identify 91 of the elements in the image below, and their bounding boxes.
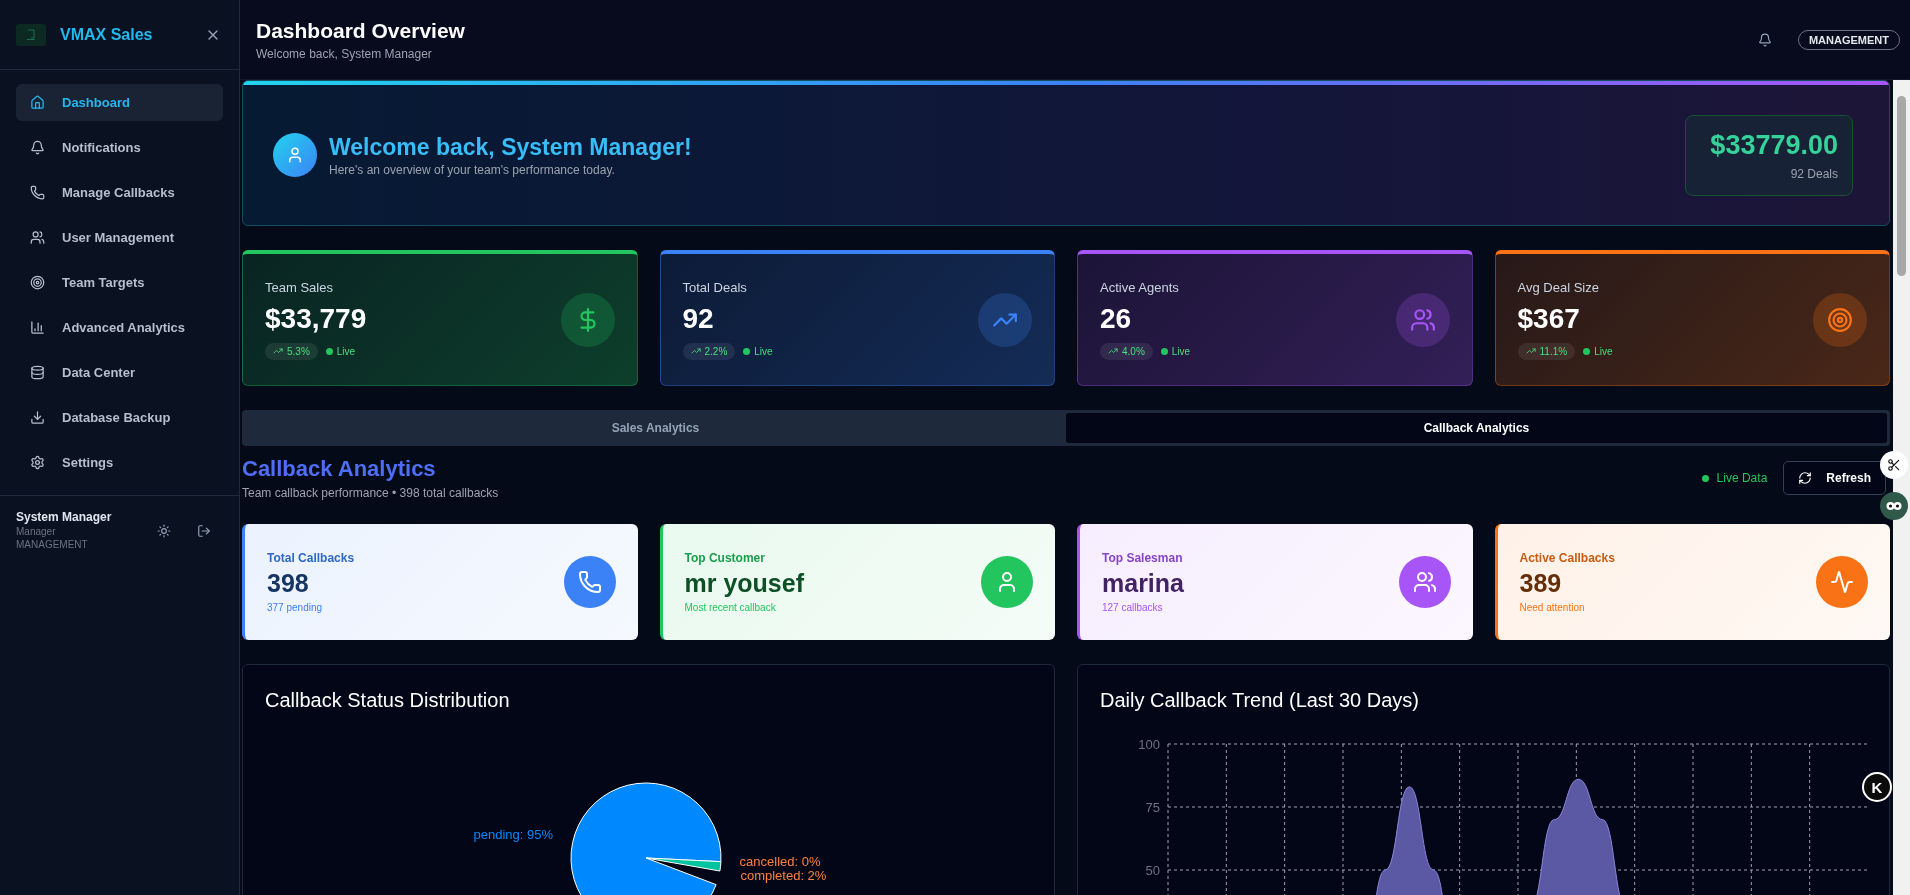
scissors-icon[interactable]	[1880, 451, 1908, 479]
nav-item[interactable]: Manage Callbacks	[16, 174, 223, 211]
stat-icon	[563, 556, 616, 608]
stat-value: 389	[1519, 569, 1563, 598]
axis-tick-label: 50	[1145, 863, 1160, 878]
welcome-title: Welcome back, System Manager!	[329, 133, 693, 161]
slice-label: completed: 2%	[740, 868, 827, 883]
live-status: Live	[1583, 345, 1613, 357]
trend-up-icon	[1108, 346, 1118, 356]
stat-icon	[1813, 292, 1867, 347]
live-status: Live	[743, 345, 773, 357]
logout-icon	[197, 524, 211, 538]
tab[interactable]: Callback Analytics	[1066, 413, 1887, 443]
stat-label: Active Agents	[1100, 279, 1180, 295]
nav-icon	[30, 95, 45, 110]
chart-title: Daily Callback Trend (Last 30 Days)	[1100, 689, 1420, 712]
trend-up-icon	[690, 346, 701, 356]
axis-tick-label: 100	[1138, 737, 1160, 752]
nav-item[interactable]: Team Targets	[16, 264, 223, 301]
nav-icon	[30, 140, 45, 155]
stat-value: 398	[267, 569, 310, 598]
trend-up-icon	[273, 346, 283, 356]
tab[interactable]: Sales Analytics	[245, 413, 1066, 443]
stat-value: 92	[682, 302, 715, 335]
slice-label: pending: 95%	[473, 826, 553, 842]
nav-item[interactable]: Database Backup	[16, 399, 223, 436]
logo-icon	[16, 23, 46, 46]
change-badge: 11.1%	[1517, 342, 1576, 360]
user-group: MANAGEMENT	[16, 539, 155, 550]
refresh-button[interactable]: Refresh	[1783, 461, 1886, 495]
stat-value: $367	[1517, 302, 1581, 335]
stat-value: mr yousef	[684, 569, 805, 598]
nav-icon	[30, 185, 45, 200]
change-badge: 2.2%	[682, 342, 736, 360]
live-status: Live	[325, 345, 356, 357]
nav-item[interactable]: Advanced Analytics	[16, 309, 223, 346]
nav-item[interactable]: Settings	[16, 444, 223, 481]
stat-icon	[981, 556, 1033, 608]
trend-up-icon	[1525, 346, 1536, 356]
live-status: Live	[1160, 345, 1191, 357]
deals-count: 92 Deals	[1790, 166, 1838, 181]
stat-icon	[1398, 556, 1451, 608]
brand-name: VMAX Sales	[60, 25, 154, 44]
owl-icon[interactable]	[1880, 492, 1908, 520]
stat-value: $33,779	[265, 302, 368, 335]
stat-icon	[978, 292, 1032, 347]
nav-icon	[30, 410, 45, 425]
section-title: Callback Analytics	[242, 456, 437, 482]
nav-icon	[30, 275, 45, 290]
avatar-icon	[273, 133, 317, 177]
stat-note: Most recent callback	[684, 602, 777, 613]
refresh-icon	[1798, 471, 1813, 485]
sales-amount: $33779.00	[1710, 129, 1838, 161]
stat-label: Team Sales	[265, 279, 334, 295]
nav-item[interactable]: User Management	[16, 219, 223, 256]
bell-icon	[1757, 32, 1772, 47]
chart-title: Callback Status Distribution	[265, 689, 511, 712]
sun-icon	[157, 524, 171, 538]
stat-label: Top Salesman	[1102, 551, 1184, 565]
nav-item[interactable]: Notifications	[16, 129, 223, 166]
change-badge: 4.0%	[1100, 342, 1153, 360]
stat-icon	[1816, 556, 1868, 608]
stat-note: Need attention	[1519, 602, 1586, 613]
page-title: Dashboard Overview	[256, 18, 466, 43]
logout-button[interactable]	[195, 522, 213, 540]
nav-item[interactable]: Dashboard	[16, 84, 223, 121]
axis-tick-label: 75	[1145, 800, 1160, 815]
nav-icon	[30, 455, 45, 470]
nav-icon	[30, 365, 45, 380]
live-data-status: Live Data	[1701, 471, 1768, 485]
nav-icon	[30, 320, 45, 335]
stat-label: Total Callbacks	[267, 551, 356, 565]
stat-label: Avg Deal Size	[1517, 279, 1600, 295]
welcome-subtitle: Here's an overview of your team's performance today.	[329, 162, 616, 177]
stat-label: Active Callbacks	[1519, 551, 1616, 565]
stat-label: Total Deals	[682, 279, 748, 295]
user-role: Manager	[16, 526, 57, 537]
section-subtitle: Team callback performance • 398 total callbacks	[242, 486, 500, 500]
stat-value: 26	[1100, 302, 1133, 335]
user-name: System Manager	[16, 510, 113, 524]
change-badge: 5.3%	[265, 342, 318, 360]
nav-icon	[30, 230, 45, 245]
stat-label: Top Customer	[684, 551, 766, 565]
nav-item[interactable]: Data Center	[16, 354, 223, 391]
stat-note: 127 callbacks	[1102, 602, 1164, 613]
slice-label: cancelled: 0%	[739, 854, 821, 869]
page-subtitle: Welcome back, System Manager	[256, 46, 433, 61]
scrollbar[interactable]	[1893, 80, 1910, 895]
theme-toggle-button[interactable]	[155, 522, 173, 540]
stat-note: 377 pending	[267, 602, 324, 613]
stat-value: marina	[1102, 569, 1185, 598]
